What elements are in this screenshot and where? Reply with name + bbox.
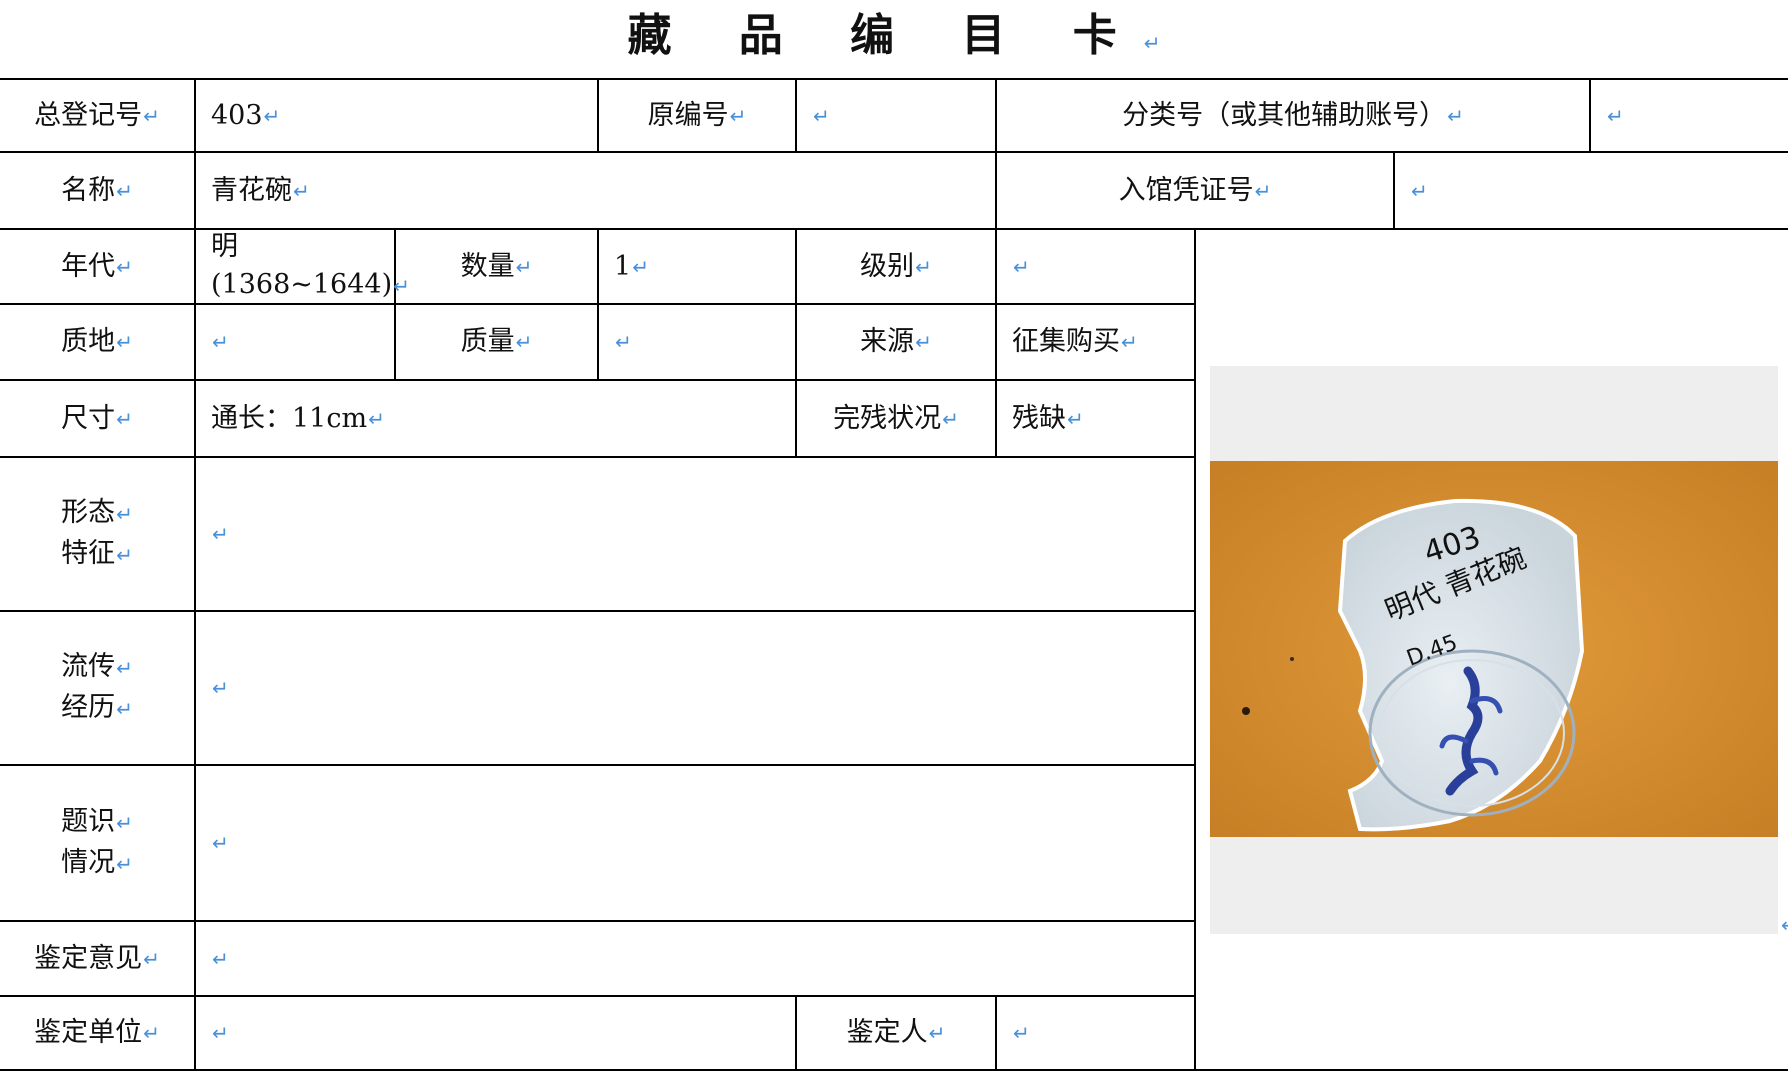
return-mark-icon: ↵	[813, 103, 830, 128]
inscription-label-line1: 题识↵	[61, 806, 133, 837]
entry-voucher-no-value: ↵	[1395, 153, 1788, 228]
appraisal-unit-value: ↵	[196, 997, 795, 1069]
quantity-value: 1 ↵	[599, 230, 795, 303]
provenance-label-line2: 经历↵	[61, 692, 133, 723]
era-value-line1: 明	[211, 231, 238, 262]
return-mark-icon: ↵	[928, 1021, 946, 1045]
return-mark-icon: ↵	[143, 1021, 160, 1045]
return-mark-icon: ↵	[1781, 913, 1788, 937]
era-value: 明 (1368~1644)↵	[196, 230, 410, 303]
material-value: ↵	[196, 305, 394, 379]
return-mark-icon: ↵	[116, 811, 133, 835]
page-title: 藏 品 编 目 卡↵	[0, 8, 1788, 64]
inscription-value: ↵	[196, 766, 1194, 920]
return-mark-icon: ↵	[915, 254, 932, 279]
return-mark-icon: ↵	[1143, 31, 1161, 55]
return-mark-icon: ↵	[212, 1021, 229, 1045]
total-reg-no-value: 403 ↵	[196, 80, 597, 151]
appraiser-label: 鉴定人 ↵	[797, 997, 995, 1069]
return-mark-icon: ↵	[615, 330, 632, 354]
catalog-card-table: 总登记号 ↵ 403 ↵ 原编号 ↵ ↵ 分类号（或其他辅助账号） ↵ ↵ 名称 ↵ 青花…	[0, 78, 1788, 1071]
provenance-value: ↵	[196, 612, 1194, 764]
return-mark-icon: ↵	[942, 406, 959, 431]
object-photo-frame: 403 明代 青花碗 D.45	[1210, 366, 1778, 934]
table-rule	[0, 1069, 1788, 1071]
shape-features-label-line2: 特征↵	[61, 538, 133, 569]
appraisal-opinion-label: 鉴定意见 ↵	[0, 922, 194, 995]
return-mark-icon: ↵	[1121, 330, 1138, 354]
return-mark-icon: ↵	[515, 330, 533, 354]
return-mark-icon: ↵	[116, 697, 133, 721]
grade-label: 级别 ↵	[797, 230, 995, 303]
appraisal-opinion-value: ↵	[196, 922, 1194, 995]
source-label: 来源 ↵	[797, 305, 995, 379]
shape-features-label: 形态↵ 特征↵	[0, 458, 194, 610]
return-mark-icon: ↵	[116, 254, 133, 279]
weight-label: 质量 ↵	[396, 305, 597, 379]
name-value: 青花碗 ↵	[196, 153, 995, 228]
appraisal-unit-label: 鉴定单位 ↵	[0, 997, 194, 1069]
photo-speck	[1242, 707, 1250, 715]
return-mark-icon: ↵	[1254, 178, 1272, 203]
era-label: 年代 ↵	[0, 230, 194, 303]
total-reg-no-label: 总登记号 ↵	[0, 80, 194, 151]
return-mark-icon: ↵	[263, 103, 281, 128]
return-mark-icon: ↵	[116, 852, 133, 876]
object-photo: 403 明代 青花碗 D.45	[1210, 461, 1778, 837]
weight-value: ↵	[599, 305, 795, 379]
appraiser-value: ↵	[997, 997, 1194, 1069]
title-text: 藏 品 编 目 卡	[627, 10, 1143, 61]
return-mark-icon: ↵	[212, 330, 229, 354]
return-mark-icon: ↵	[212, 522, 229, 546]
material-label: 质地 ↵	[0, 305, 194, 379]
return-mark-icon: ↵	[293, 178, 310, 203]
quantity-label: 数量 ↵	[396, 230, 597, 303]
return-mark-icon: ↵	[116, 543, 133, 567]
return-mark-icon: ↵	[116, 656, 133, 680]
original-no-value: ↵	[797, 80, 995, 151]
return-mark-icon: ↵	[915, 330, 932, 354]
shape-features-label-line1: 形态↵	[61, 497, 133, 528]
size-label: 尺寸 ↵	[0, 381, 194, 456]
inscription-label: 题识↵ 情况↵	[0, 766, 194, 920]
inscription-label-line2: 情况↵	[61, 847, 133, 878]
entry-voucher-no-label: 入馆凭证号 ↵	[997, 153, 1393, 228]
shape-features-value: ↵	[196, 458, 1194, 610]
grade-value: ↵	[997, 230, 1194, 303]
provenance-label: 流传↵ 经历↵	[0, 612, 194, 764]
return-mark-icon: ↵	[1013, 254, 1030, 279]
era-value-line2: (1368~1644)↵	[211, 269, 410, 300]
photo-speck	[1290, 657, 1294, 661]
condition-value: 残缺 ↵	[997, 381, 1194, 456]
return-mark-icon: ↵	[729, 103, 747, 128]
return-mark-icon: ↵	[1607, 103, 1624, 128]
name-label: 名称 ↵	[0, 153, 194, 228]
return-mark-icon: ↵	[1411, 178, 1428, 203]
return-mark-icon: ↵	[116, 178, 133, 203]
size-value: 通长：11cm ↵	[196, 381, 795, 456]
return-mark-icon: ↵	[212, 831, 229, 855]
return-mark-icon: ↵	[1447, 103, 1464, 128]
return-mark-icon: ↵	[515, 254, 533, 279]
return-mark-icon: ↵	[632, 254, 649, 279]
source-value: 征集购买 ↵	[997, 305, 1194, 379]
class-no-value: ↵	[1591, 80, 1788, 151]
table-rule	[1194, 228, 1196, 1071]
return-mark-icon: ↵	[212, 946, 229, 971]
return-mark-icon: ↵	[1013, 1021, 1030, 1045]
return-mark-icon: ↵	[212, 676, 229, 700]
return-mark-icon: ↵	[1067, 406, 1084, 431]
return-mark-icon: ↵	[143, 946, 160, 971]
return-mark-icon: ↵	[116, 330, 133, 354]
condition-label: 完残状况 ↵	[797, 381, 995, 456]
provenance-label-line1: 流传↵	[61, 651, 133, 682]
class-no-label: 分类号（或其他辅助账号） ↵	[997, 80, 1589, 151]
return-mark-icon: ↵	[116, 502, 133, 526]
original-no-label: 原编号 ↵	[599, 80, 795, 151]
return-mark-icon: ↵	[368, 406, 385, 431]
return-mark-icon: ↵	[116, 406, 133, 431]
return-mark-icon: ↵	[143, 103, 160, 128]
